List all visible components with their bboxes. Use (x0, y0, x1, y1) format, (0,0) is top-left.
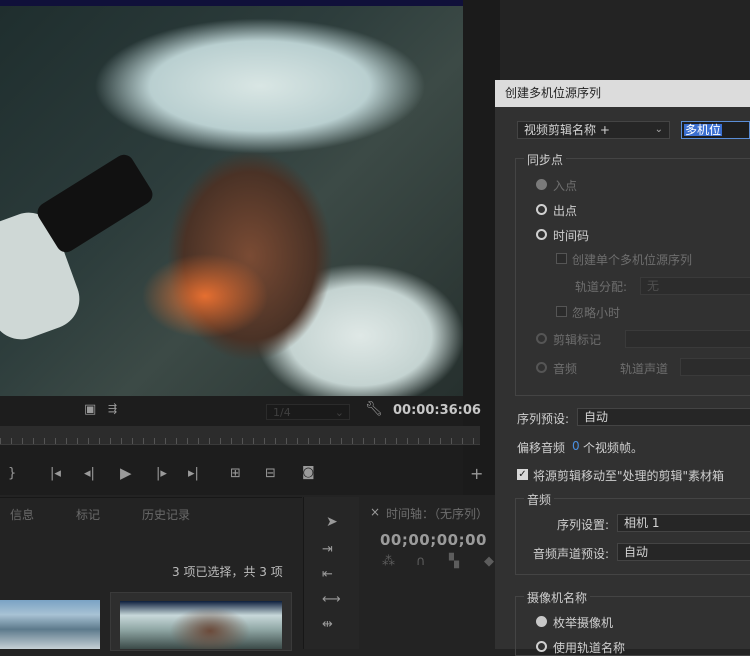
sequence-preset-label: 序列预设: (517, 412, 570, 426)
insert-icon[interactable]: ⊞ (230, 467, 241, 480)
audio-channel-preset-select[interactable]: 自动 (617, 543, 750, 561)
timeline-close-icon[interactable]: × (370, 505, 380, 519)
razor-tool-icon[interactable]: ⇹ (322, 618, 333, 631)
tab-markers[interactable]: 标记 (76, 506, 100, 523)
step-forward-icon[interactable]: |▸ (156, 467, 167, 480)
track-assign-select[interactable]: 无 (640, 277, 750, 295)
sync-audio-radio[interactable] (536, 362, 547, 373)
add-button-icon[interactable]: + (470, 466, 483, 482)
enumerate-cameras-radio[interactable] (536, 616, 547, 627)
ignore-hours-label: 忽略小时 (572, 306, 621, 320)
audio-sync-label: 音频 (553, 362, 578, 376)
video-scene-object (33, 151, 157, 256)
clip-thumbnail[interactable] (120, 601, 282, 649)
clip-thumbnail[interactable] (0, 600, 100, 649)
timeline-title[interactable]: 时间轴：（无序列） (386, 505, 488, 522)
offset-audio-value[interactable]: 0 (572, 439, 580, 453)
playhead-snap-icon[interactable]: ⇶ (108, 403, 117, 414)
track-select-tool-icon[interactable]: ⇥ (322, 543, 333, 556)
settings-icon[interactable]: ◆ (484, 555, 494, 568)
video-letterbox (0, 0, 463, 6)
play-icon[interactable]: ▶ (120, 466, 132, 481)
selection-count: 3 项已选择，共 3 项 (172, 565, 283, 579)
name-mode-select[interactable]: 视频剪辑名称 + ⌄ (517, 121, 670, 139)
wrench-icon[interactable]: 🔧︎ (365, 402, 383, 416)
selection-tool-icon[interactable]: ➤ (326, 515, 338, 529)
tools-panel: ➤ ⇥ ⇤ ⟷ ⇹ (303, 497, 359, 649)
sync-out-radio[interactable] (536, 204, 547, 215)
clip-marker-select[interactable] (625, 330, 750, 348)
tab-info[interactable]: 信息 (10, 506, 34, 523)
sync-in-label: 入点 (553, 179, 578, 193)
overwrite-icon[interactable]: ⊟ (265, 467, 276, 480)
move-clips-checkbox[interactable]: ✓ (517, 469, 528, 480)
step-back-icon[interactable]: ◂| (84, 467, 95, 480)
sync-clip-marker-radio[interactable] (536, 333, 547, 344)
ruler-divider (0, 444, 480, 445)
snap-icon[interactable]: ⁂ (382, 555, 395, 568)
sync-timecode-radio[interactable] (536, 229, 547, 240)
safe-margins-icon[interactable]: ▣ (84, 403, 96, 416)
dialog-title[interactable]: 创建多机位源序列 (495, 80, 750, 107)
sequence-preset-select[interactable]: 自动 (577, 408, 750, 426)
create-single-checkbox[interactable] (556, 253, 567, 264)
use-track-names-radio[interactable] (536, 641, 547, 652)
rolling-edit-tool-icon[interactable]: ⟷ (322, 593, 341, 606)
offset-audio-label: 偏移音频 (517, 441, 566, 455)
ripple-edit-tool-icon[interactable]: ⇤ (322, 568, 333, 581)
playhead-timecode[interactable]: 00:00:36:06 (393, 403, 481, 418)
add-marker-icon[interactable]: ▚ (449, 555, 459, 568)
sync-out-label: 出点 (553, 204, 578, 218)
clip-marker-label: 剪辑标记 (553, 333, 602, 347)
track-channel-select[interactable] (680, 358, 750, 376)
track-assign-label: 轨道分配: (575, 280, 628, 294)
ignore-hours-checkbox[interactable] (556, 306, 567, 317)
linked-selection-icon[interactable]: ∩ (416, 555, 426, 568)
tab-history[interactable]: 历史记录 (142, 506, 190, 523)
audio-channel-preset-label: 音频声道预设: (533, 547, 610, 561)
sequence-name-input[interactable]: 多机位 (681, 121, 750, 139)
sync-timecode-label: 时间码 (553, 229, 590, 243)
audio-group (515, 498, 750, 575)
go-to-in-icon[interactable]: |◂ (50, 467, 61, 480)
mark-out-icon[interactable]: } (8, 467, 16, 480)
go-to-out-icon[interactable]: ▸| (188, 467, 199, 480)
video-preview (0, 6, 463, 396)
sync-in-radio[interactable] (536, 179, 547, 190)
timeline-timecode[interactable]: 00;00;00;00 (380, 531, 487, 549)
sync-group-label: 同步点 (524, 151, 567, 168)
playback-resolution-select[interactable]: 1/4 ⌄ (266, 404, 350, 420)
move-clips-label: 将源剪辑移动至"处理的剪辑"素材箱 (533, 469, 725, 483)
time-ruler[interactable] (0, 426, 480, 444)
export-frame-icon[interactable]: ◙ (302, 466, 315, 479)
enumerate-cameras-label: 枚举摄像机 (553, 616, 614, 630)
sequence-settings-select[interactable]: 相机 1 (617, 514, 750, 532)
audio-group-label: 音频 (524, 491, 555, 508)
track-channel-label: 轨道声道 (620, 362, 669, 376)
camera-group-label: 摄像机名称 (524, 589, 591, 606)
use-track-names-label: 使用轨道名称 (553, 641, 626, 655)
sequence-settings-label: 序列设置: (557, 518, 610, 532)
offset-audio-suffix: 个视频帧。 (583, 441, 644, 455)
create-single-label: 创建单个多机位源序列 (572, 253, 693, 267)
